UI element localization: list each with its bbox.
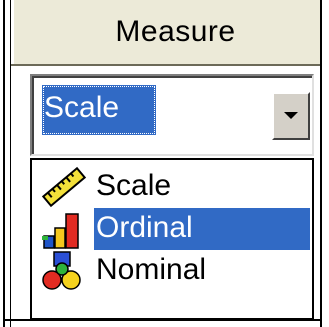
column-header-label: Measure xyxy=(115,15,236,48)
dropdown-item-ordinal[interactable]: Ordinal xyxy=(32,208,312,250)
chevron-down-icon xyxy=(284,112,298,119)
grid-line-right xyxy=(320,0,322,327)
grid-line-bottom xyxy=(3,319,322,321)
shapes-icon xyxy=(38,250,90,292)
grid-line-left xyxy=(3,0,5,327)
bar-chart-icon xyxy=(38,208,90,250)
measure-column-cell: Measure Scale Scale Ordinal Nominal xyxy=(0,0,329,327)
dropdown-item-label: Scale xyxy=(96,169,172,202)
column-header-measure[interactable]: Measure xyxy=(11,0,320,66)
dropdown-button[interactable] xyxy=(272,92,310,140)
dropdown-item-label: Nominal xyxy=(96,253,207,286)
ruler-icon xyxy=(38,166,90,208)
combobox-selected-value[interactable]: Scale xyxy=(42,85,156,135)
measure-dropdown-list: Scale Ordinal Nominal xyxy=(30,158,314,320)
dropdown-item-scale[interactable]: Scale xyxy=(32,166,312,208)
dropdown-item-label: Ordinal xyxy=(94,208,310,250)
dropdown-item-nominal[interactable]: Nominal xyxy=(32,250,312,292)
header-highlight xyxy=(11,0,14,64)
